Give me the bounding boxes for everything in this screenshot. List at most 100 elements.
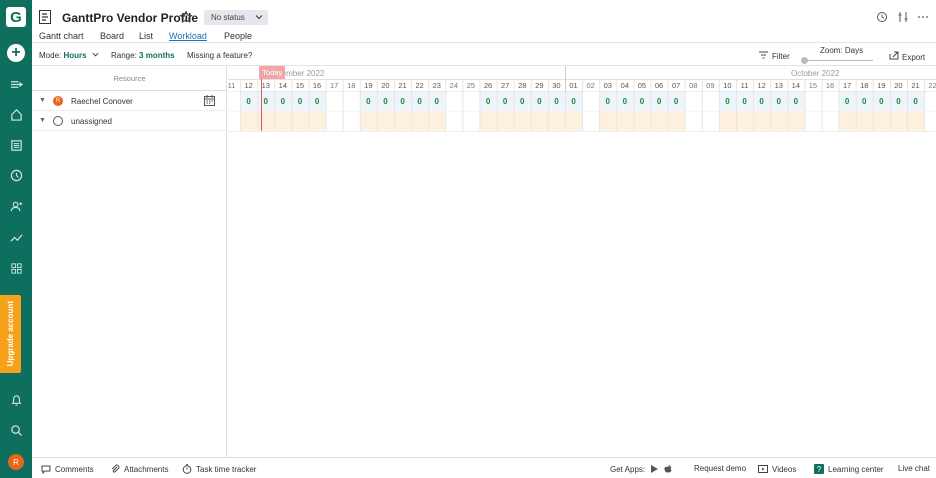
day-label: 16 bbox=[312, 81, 322, 90]
request-demo-link[interactable]: Request demo bbox=[694, 464, 746, 473]
zoom-slider-handle[interactable] bbox=[801, 57, 808, 64]
workload-value[interactable]: 0 bbox=[309, 97, 326, 106]
status-dropdown[interactable]: No status bbox=[204, 10, 268, 25]
workload-value[interactable]: 0 bbox=[770, 97, 787, 106]
workload-value[interactable]: 0 bbox=[394, 97, 411, 106]
unassigned-cell bbox=[924, 111, 936, 131]
tab-gantt-chart[interactable]: Gantt chart bbox=[39, 31, 84, 41]
time-tracker-label: Task time tracker bbox=[196, 464, 257, 474]
google-play-icon[interactable] bbox=[649, 464, 659, 474]
time-icon[interactable] bbox=[0, 164, 32, 186]
upgrade-account-button[interactable]: Upgrade account bbox=[0, 295, 21, 373]
add-new-button[interactable]: + bbox=[7, 44, 25, 62]
collapse-icon[interactable] bbox=[0, 73, 32, 95]
workload-value[interactable]: 0 bbox=[480, 97, 497, 106]
workload-value[interactable]: 0 bbox=[599, 97, 616, 106]
workload-value[interactable]: 0 bbox=[565, 97, 582, 106]
calendar-icon[interactable] bbox=[204, 95, 215, 106]
workload-value[interactable]: 0 bbox=[907, 97, 924, 106]
unassigned-cell bbox=[325, 111, 343, 131]
workload-value[interactable]: 0 bbox=[428, 97, 445, 106]
mode-selector[interactable]: Mode: Hours bbox=[39, 51, 99, 60]
workload-value[interactable]: 0 bbox=[856, 97, 873, 106]
zoom-slider[interactable] bbox=[803, 60, 873, 61]
tab-workload[interactable]: Workload bbox=[169, 31, 207, 41]
task-time-tracker-button[interactable]: Task time tracker bbox=[182, 464, 256, 474]
more-icon[interactable] bbox=[917, 11, 929, 23]
workload-value[interactable]: 0 bbox=[514, 97, 531, 106]
portfolio-icon[interactable] bbox=[0, 226, 32, 248]
people-icon[interactable] bbox=[0, 195, 32, 217]
workload-value[interactable]: 0 bbox=[668, 97, 685, 106]
home-icon[interactable] bbox=[0, 103, 32, 125]
learning-center-link[interactable]: ? Learning center bbox=[814, 464, 884, 474]
filter-icon bbox=[759, 51, 768, 59]
missing-feature-link[interactable]: Missing a feature? bbox=[187, 51, 252, 60]
workload-value[interactable]: 0 bbox=[616, 97, 633, 106]
day-label: 05 bbox=[637, 81, 647, 90]
live-chat-link[interactable]: Live chat bbox=[898, 464, 930, 473]
apps-grid-icon[interactable] bbox=[0, 257, 32, 279]
workload-value[interactable]: 0 bbox=[633, 97, 650, 106]
day-label: 12 bbox=[244, 81, 253, 90]
attachments-button[interactable]: Attachments bbox=[110, 464, 168, 474]
workload-cell bbox=[325, 91, 343, 111]
workload-value[interactable]: 0 bbox=[411, 97, 428, 106]
tab-board[interactable]: Board bbox=[100, 31, 124, 41]
day-label: 15 bbox=[295, 81, 305, 90]
resource-row[interactable]: ▼ R Raechel Conover bbox=[32, 91, 227, 111]
tab-people[interactable]: People bbox=[224, 31, 252, 41]
unassigned-cell bbox=[889, 111, 907, 131]
videos-link[interactable]: Videos bbox=[758, 464, 796, 474]
day-label: 26 bbox=[483, 81, 493, 90]
workload-value[interactable]: 0 bbox=[839, 97, 856, 106]
projects-list-icon[interactable] bbox=[0, 134, 32, 156]
timeline-grid bbox=[228, 66, 936, 132]
workload-value[interactable]: 0 bbox=[736, 97, 753, 106]
workload-value[interactable]: 0 bbox=[787, 97, 804, 106]
collapse-caret-icon[interactable]: ▼ bbox=[39, 97, 46, 104]
mode-value: Hours bbox=[63, 51, 87, 60]
history-icon[interactable] bbox=[876, 11, 888, 23]
resource-row[interactable]: ▼ unassigned bbox=[32, 111, 227, 131]
workload-value[interactable]: 0 bbox=[651, 97, 668, 106]
project-title[interactable]: GanttPro Vendor Profile bbox=[62, 11, 198, 25]
unassigned-cell bbox=[445, 111, 463, 131]
workload-value[interactable]: 0 bbox=[240, 97, 257, 106]
day-label: 01 bbox=[569, 81, 578, 90]
search-icon[interactable] bbox=[0, 419, 32, 441]
comments-label: Comments bbox=[55, 464, 94, 474]
chevron-down-icon bbox=[255, 15, 263, 20]
bell-icon[interactable] bbox=[0, 389, 32, 411]
unassigned-cell bbox=[718, 111, 736, 131]
workload-value[interactable]: 0 bbox=[497, 97, 514, 106]
apple-icon[interactable] bbox=[663, 464, 673, 474]
day-label: 22 bbox=[415, 81, 424, 90]
filter-button[interactable]: Filter bbox=[759, 51, 790, 61]
workload-value[interactable]: 0 bbox=[719, 97, 736, 106]
workload-value[interactable]: 0 bbox=[257, 97, 274, 106]
day-label: 17 bbox=[329, 81, 339, 90]
star-icon[interactable] bbox=[179, 10, 193, 24]
collapse-caret-icon[interactable]: ▼ bbox=[39, 117, 46, 124]
workload-value[interactable]: 0 bbox=[753, 97, 770, 106]
workload-cell bbox=[924, 91, 936, 111]
workload-value[interactable]: 0 bbox=[548, 97, 565, 106]
user-avatar[interactable]: R bbox=[8, 454, 24, 470]
tab-list[interactable]: List bbox=[139, 31, 153, 41]
workload-value[interactable]: 0 bbox=[890, 97, 907, 106]
comments-button[interactable]: Comments bbox=[41, 464, 94, 474]
range-selector[interactable]: Range: 3 months bbox=[111, 51, 175, 60]
workload-value[interactable]: 0 bbox=[873, 97, 890, 106]
day-label: 13 bbox=[261, 81, 270, 90]
workload-value[interactable]: 0 bbox=[291, 97, 308, 106]
day-label: 16 bbox=[825, 81, 835, 90]
workload-value[interactable]: 0 bbox=[360, 97, 377, 106]
workload-timeline[interactable]: 11 12 0 13 0 14 0 15 0 16 0 17 18 19 0 20 0 21 0 22 0 23 0 24 25… bbox=[228, 66, 936, 457]
workload-value[interactable]: 0 bbox=[377, 97, 394, 106]
export-button[interactable]: Export bbox=[889, 51, 925, 62]
settings-sliders-icon[interactable] bbox=[897, 11, 909, 23]
ganttpro-logo[interactable]: G bbox=[6, 7, 26, 27]
workload-value[interactable]: 0 bbox=[274, 97, 291, 106]
workload-value[interactable]: 0 bbox=[531, 97, 548, 106]
